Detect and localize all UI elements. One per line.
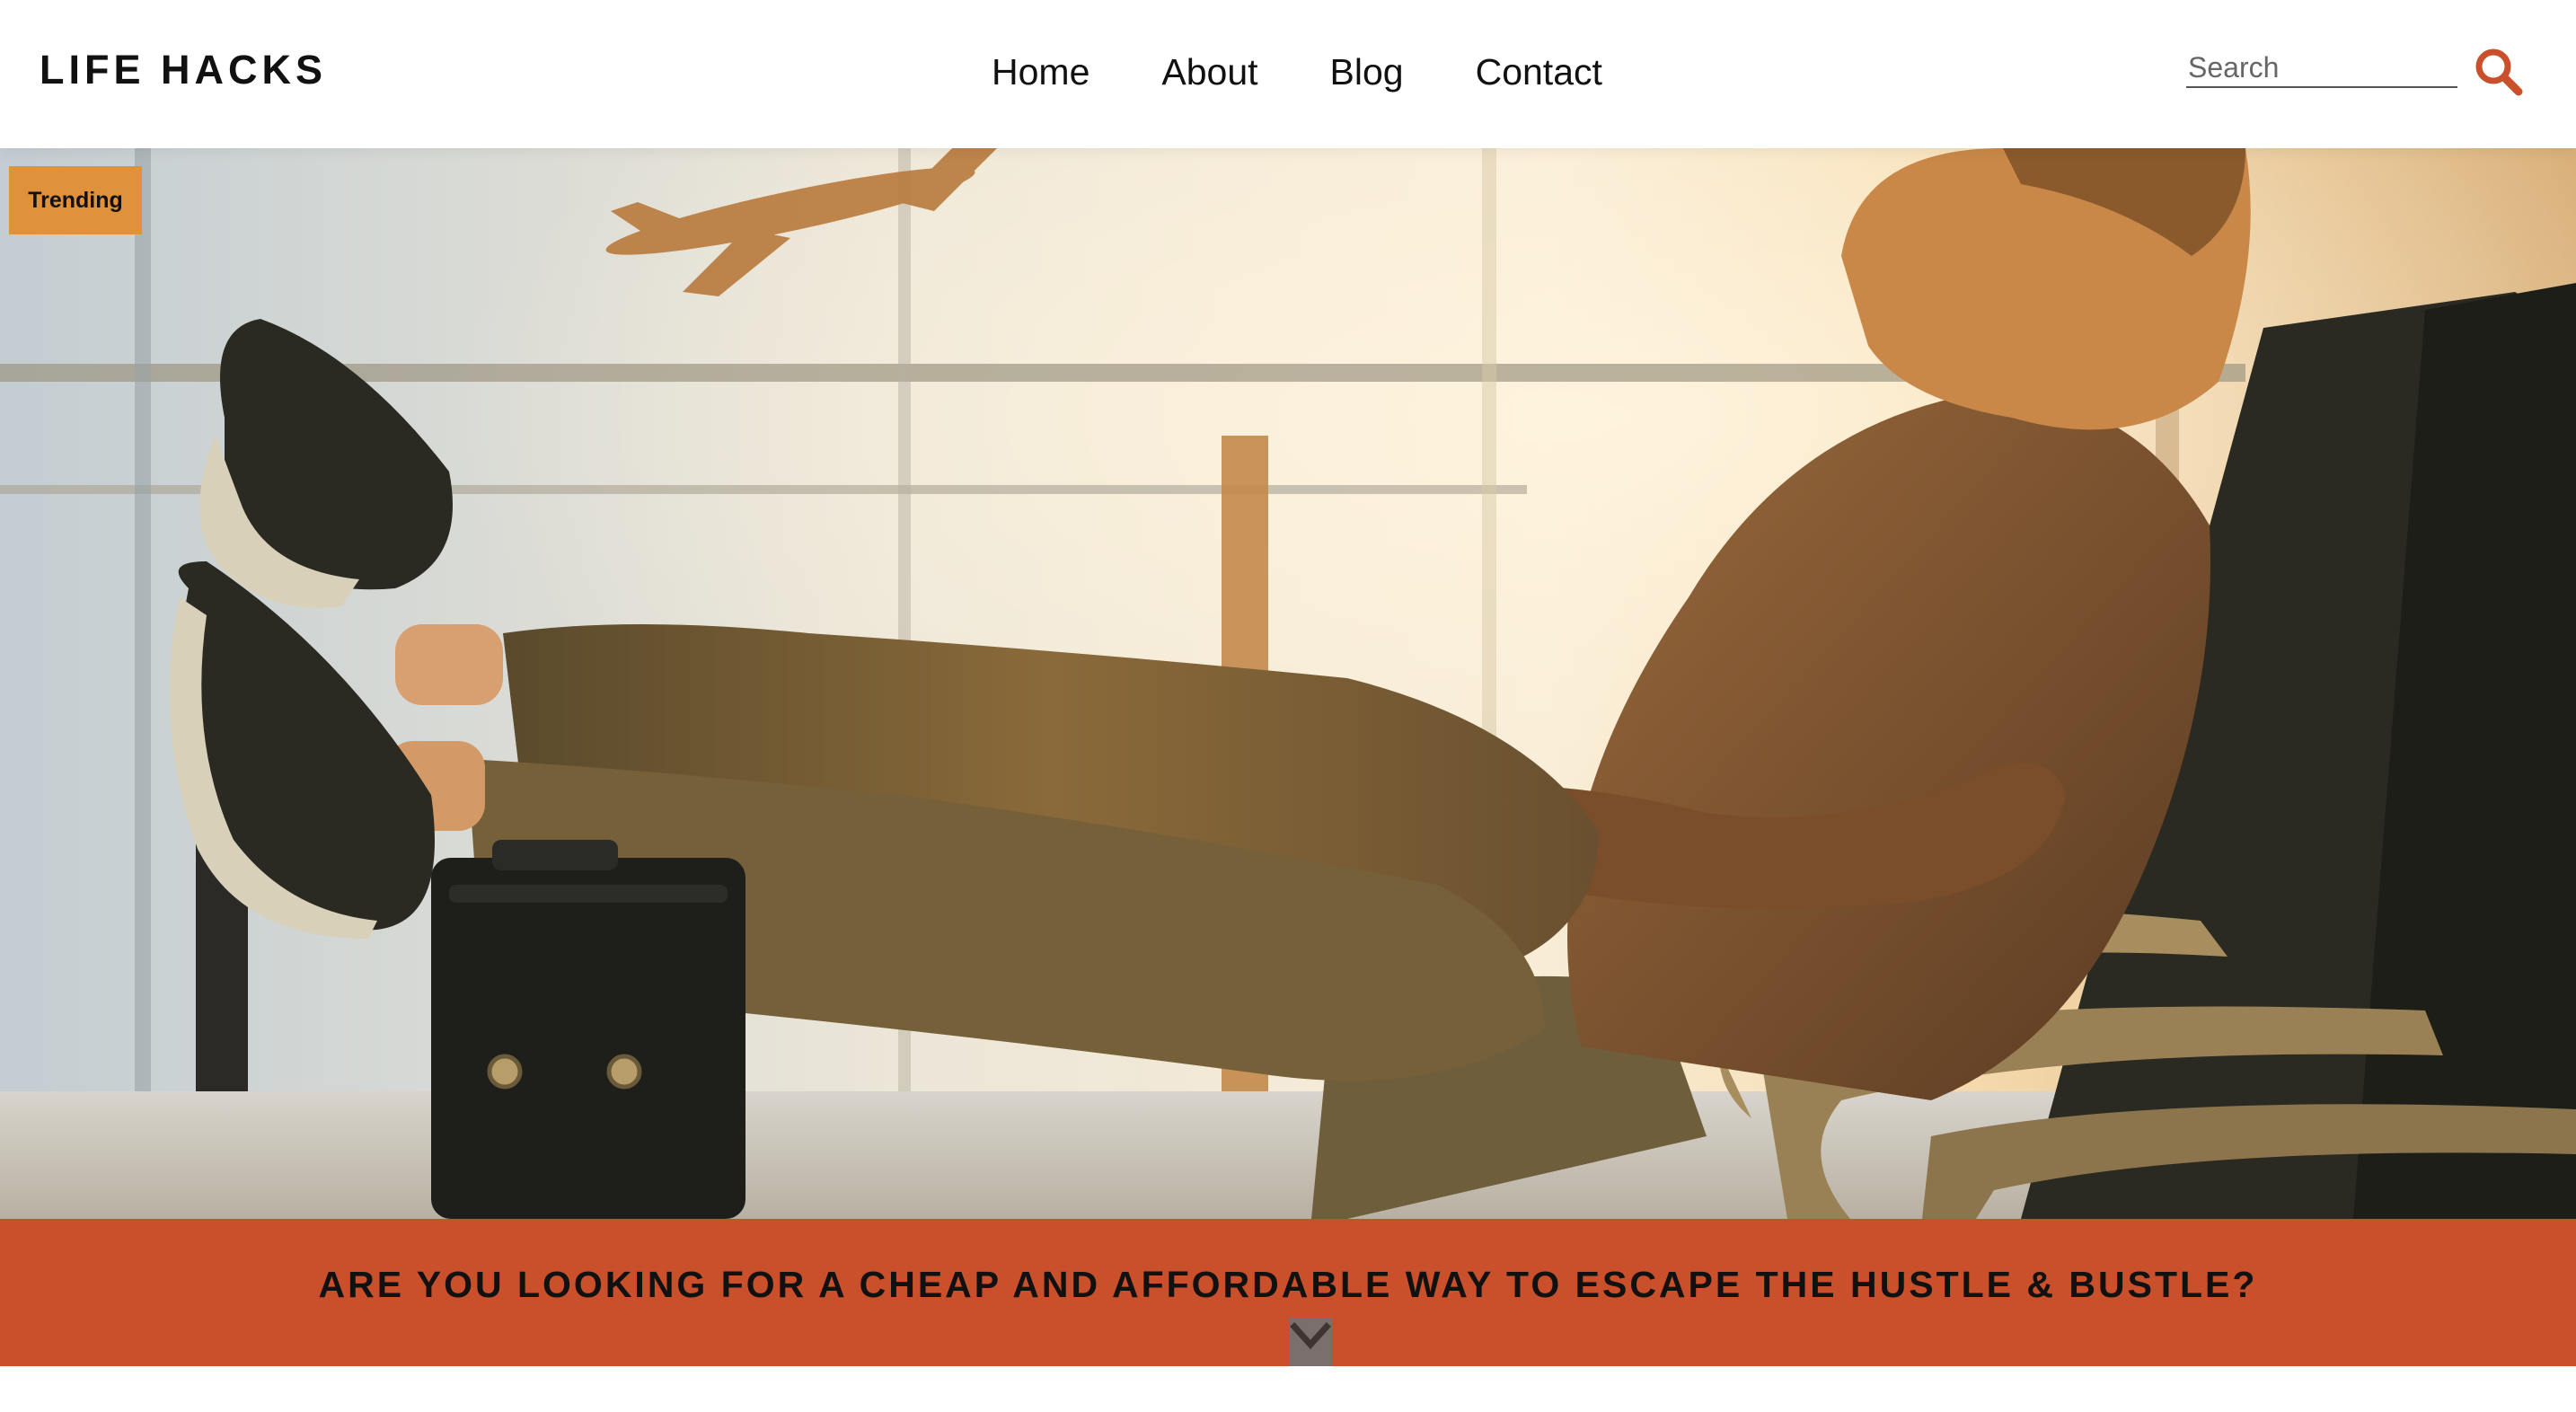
- hero-photo: [0, 148, 2576, 1219]
- search-input[interactable]: [2186, 49, 2457, 88]
- scroll-down-button[interactable]: [1289, 1318, 1332, 1366]
- page: LIFE HACKS Home About Blog Contact Searc…: [0, 0, 2576, 1412]
- search-box: [2186, 49, 2457, 88]
- site-logo[interactable]: LIFE HACKS: [40, 47, 327, 93]
- nav-link-blog[interactable]: Blog: [1330, 49, 1404, 95]
- cta-banner: ARE YOU LOOKING FOR A CHEAP AND AFFORDAB…: [0, 1219, 2576, 1366]
- main-nav: Home About Blog Contact: [992, 49, 1602, 95]
- nav-link-contact[interactable]: Contact: [1476, 49, 1602, 95]
- chevron-down-icon: [1290, 1322, 1331, 1350]
- trending-badge[interactable]: Trending: [9, 166, 142, 234]
- banner-headline: ARE YOU LOOKING FOR A CHEAP AND AFFORDAB…: [318, 1264, 2258, 1305]
- hero-section: Trending: [0, 148, 2576, 1219]
- site-header: LIFE HACKS Home About Blog Contact: [0, 0, 2576, 148]
- search-button[interactable]: [2474, 47, 2524, 97]
- nav-link-about[interactable]: About: [1161, 49, 1257, 95]
- nav-link-home[interactable]: Home: [992, 49, 1090, 95]
- search-icon: [2475, 49, 2523, 96]
